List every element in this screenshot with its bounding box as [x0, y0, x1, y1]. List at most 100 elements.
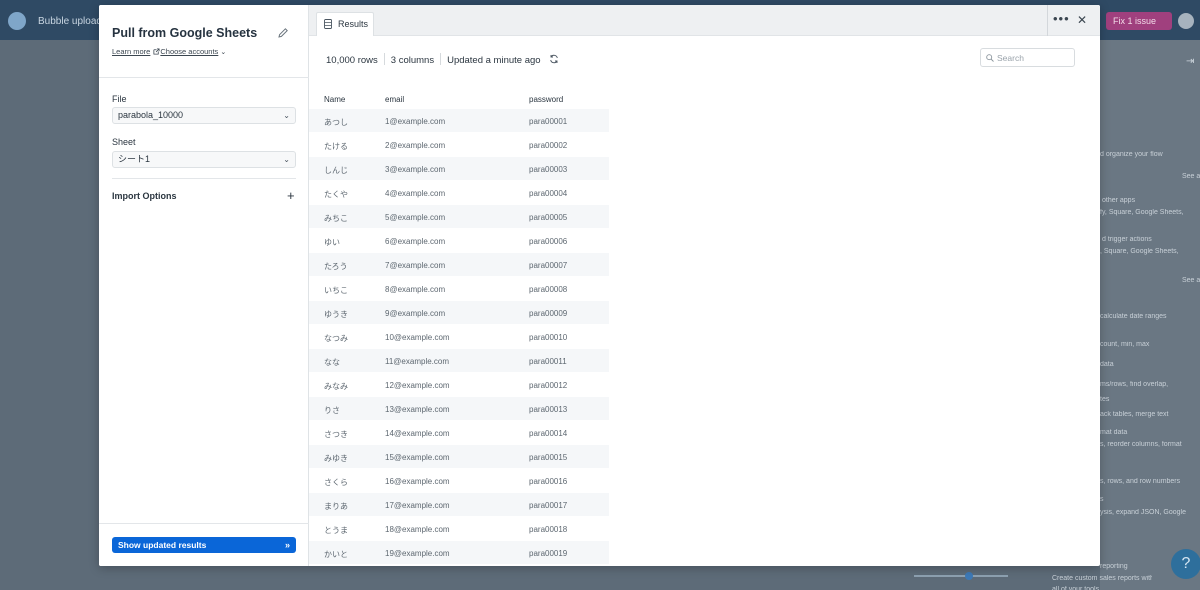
cell-password: para00006: [529, 237, 568, 246]
cell-name: なつみ: [324, 334, 348, 343]
table-body: あつし 1@example.com para00001 たける 2@example.co…: [309, 108, 609, 564]
cell-password: para00001: [529, 117, 568, 126]
file-select[interactable]: parabola_10000 ⌄: [112, 107, 296, 124]
chevron-down-icon: ⌄: [283, 155, 290, 164]
results-table: Name email password あつし 1@example.com para…: [309, 93, 609, 564]
close-icon[interactable]: ✕: [1077, 13, 1087, 27]
background-sidebar-text: See a: [1182, 173, 1200, 180]
cell-name: あつし: [324, 118, 348, 127]
cell-email: 4@example.com: [385, 189, 446, 198]
cell-name: しんじ: [324, 166, 348, 175]
cell-name: みゆき: [324, 454, 348, 463]
zoom-slider-track[interactable]: [914, 575, 1008, 577]
search-input[interactable]: [997, 51, 1071, 64]
table-row[interactable]: たける 2@example.com para00002: [309, 132, 609, 156]
search-icon: [986, 54, 994, 62]
cell-password: para00003: [529, 165, 568, 174]
table-row[interactable]: あつし 1@example.com para00001: [309, 108, 609, 132]
tab-bar: Results ••• ✕: [309, 5, 1100, 36]
background-sidebar-text: other apps: [1102, 197, 1136, 204]
table-row[interactable]: ゆい 6@example.com para00006: [309, 228, 609, 252]
cell-name: りさ: [324, 406, 340, 415]
table-row[interactable]: しんじ 3@example.com para00003: [309, 156, 609, 180]
cell-password: para00009: [529, 309, 568, 318]
import-options-label[interactable]: Import Options: [112, 191, 177, 201]
cell-password: para00014: [529, 429, 568, 438]
cell-email: 8@example.com: [385, 285, 446, 294]
cell-password: para00018: [529, 525, 568, 534]
cell-name: さくら: [324, 478, 348, 487]
table-row[interactable]: みちこ 5@example.com para00005: [309, 204, 609, 228]
table-row[interactable]: みなみ 12@example.com para00012: [309, 372, 609, 396]
search-box[interactable]: [980, 48, 1075, 67]
table-row[interactable]: とうま 18@example.com para00018: [309, 516, 609, 540]
table-row[interactable]: みゆき 15@example.com para00015: [309, 444, 609, 468]
cell-email: 3@example.com: [385, 165, 446, 174]
table-row[interactable]: さくら 16@example.com para00016: [309, 468, 609, 492]
cell-password: para00005: [529, 213, 568, 222]
divider: [112, 178, 296, 179]
chevron-down-icon[interactable]: ⌄: [220, 48, 226, 56]
background-sidebar-text: ysis, expand JSON, Google: [1100, 509, 1186, 516]
cell-email: 18@example.com: [385, 525, 450, 534]
table-row[interactable]: りさ 13@example.com para00013: [309, 396, 609, 420]
zoom-slider-handle[interactable]: [965, 572, 973, 580]
fix-issue-button[interactable]: Fix 1 issue: [1106, 12, 1172, 30]
tab-results[interactable]: Results: [316, 12, 374, 36]
collapse-sidebar-icon[interactable]: ⇥: [1186, 56, 1194, 67]
background-sidebar-text: d organize your flow: [1100, 151, 1163, 158]
cell-password: para00012: [529, 381, 568, 390]
tab-results-label: Results: [338, 19, 369, 29]
background-sidebar-text: s, reorder columns, format: [1100, 441, 1182, 448]
table-row[interactable]: なな 11@example.com para00011: [309, 348, 609, 372]
column-header-password[interactable]: password: [529, 95, 563, 104]
row-count: 10,000 rows: [326, 55, 378, 66]
cell-email: 14@example.com: [385, 429, 450, 438]
choose-accounts-link[interactable]: Choose accounts: [160, 47, 218, 56]
results-summary: 10,000 rows 3 columns Updated a minute ago: [326, 53, 559, 66]
cell-name: ゆい: [324, 238, 340, 247]
background-sidebar-text: s: [1100, 496, 1104, 503]
table-row[interactable]: さつき 14@example.com para00014: [309, 420, 609, 444]
sheet-select-value: シート1: [118, 154, 151, 164]
background-sidebar-text: count, min, max: [1100, 341, 1150, 348]
background-sidebar-text: data: [1100, 361, 1114, 368]
column-header-name[interactable]: Name: [324, 95, 345, 104]
add-import-option-icon[interactable]: +: [287, 188, 295, 203]
column-header-email[interactable]: email: [385, 95, 404, 104]
sheet-select[interactable]: シート1 ⌄: [112, 151, 296, 168]
cell-password: para00016: [529, 477, 568, 486]
cell-password: para00011: [529, 357, 567, 366]
cell-email: 2@example.com: [385, 141, 446, 150]
sheet-label: Sheet: [112, 137, 136, 147]
show-updated-results-button[interactable]: Show updated results »: [112, 537, 296, 553]
table-row[interactable]: ゆうき 9@example.com para00009: [309, 300, 609, 324]
divider: [1047, 5, 1048, 36]
step-links: Learn more Choose accounts ⌄: [112, 47, 226, 56]
table-row[interactable]: なつみ 10@example.com para00010: [309, 324, 609, 348]
step-settings-modal: Pull from Google Sheets Learn more Choose…: [99, 5, 1100, 566]
file-label: File: [112, 94, 127, 104]
more-options-icon[interactable]: •••: [1053, 11, 1070, 26]
cell-email: 9@example.com: [385, 309, 446, 318]
divider: [99, 523, 309, 524]
cell-password: para00019: [529, 549, 568, 558]
pencil-icon[interactable]: [277, 27, 289, 39]
refresh-icon[interactable]: [549, 54, 559, 64]
cell-name: かいと: [324, 550, 348, 559]
table-row[interactable]: いちこ 8@example.com para00008: [309, 276, 609, 300]
settings-panel: Pull from Google Sheets Learn more Choose…: [99, 5, 309, 566]
table-row[interactable]: かいと 19@example.com para00019: [309, 540, 609, 564]
learn-more-link[interactable]: Learn more: [112, 47, 150, 56]
avatar[interactable]: [1178, 13, 1194, 29]
cell-name: みちこ: [324, 214, 348, 223]
table-row[interactable]: たろう 7@example.com para00007: [309, 252, 609, 276]
background-sidebar-text: mat data: [1100, 429, 1128, 436]
table-row[interactable]: まりあ 17@example.com para00017: [309, 492, 609, 516]
cell-password: para00010: [529, 333, 568, 342]
show-updated-results-label: Show updated results: [118, 540, 207, 550]
cell-email: 16@example.com: [385, 477, 450, 486]
table-row[interactable]: たくや 4@example.com para00004: [309, 180, 609, 204]
help-button[interactable]: ?: [1171, 549, 1200, 579]
background-sidebar-text: d trigger actions: [1102, 236, 1152, 243]
